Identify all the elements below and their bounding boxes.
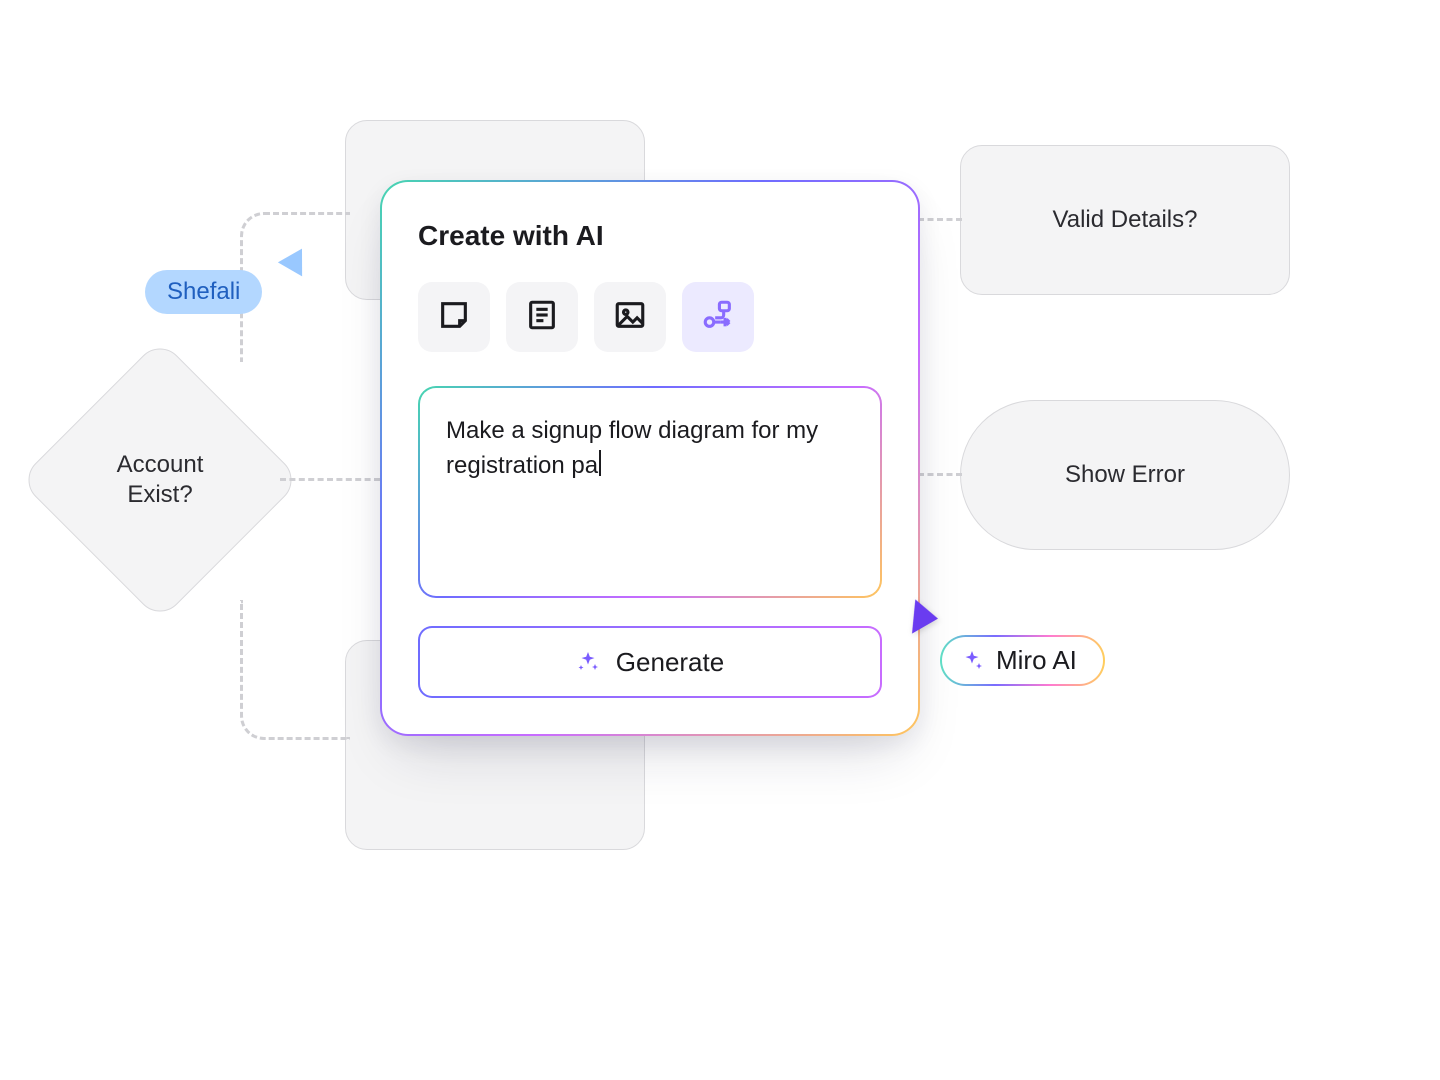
image-icon (613, 298, 647, 337)
sparkle-icon (576, 650, 600, 674)
tool-sticky-note[interactable] (418, 282, 490, 352)
tool-row (418, 282, 882, 352)
prompt-text: Make a signup flow diagram for my regist… (446, 417, 818, 479)
connector (280, 478, 380, 481)
generate-label: Generate (616, 647, 724, 678)
remote-cursor-name: Shefali (167, 278, 240, 305)
tool-flowchart[interactable] (682, 282, 754, 352)
prompt-input[interactable]: Make a signup flow diagram for my regist… (418, 386, 882, 598)
connector (918, 473, 962, 476)
sparkle-icon (960, 649, 984, 673)
flow-node-valid-details-label: Valid Details? (1053, 205, 1198, 235)
connector (918, 218, 962, 221)
tool-document[interactable] (506, 282, 578, 352)
connector (240, 600, 350, 740)
flow-decision-label: Account Exist? (70, 450, 250, 510)
ai-cursor-tag: Miro AI (940, 635, 1105, 686)
flow-node-show-error[interactable]: Show Error (960, 400, 1290, 550)
create-with-ai-panel: Create with AI (380, 180, 920, 736)
flow-node-show-error-label: Show Error (1065, 461, 1185, 489)
ai-cursor-name: Miro AI (996, 645, 1077, 676)
document-icon (525, 298, 559, 337)
panel-title: Create with AI (418, 220, 882, 252)
generate-button[interactable]: Generate (418, 626, 882, 698)
flow-node-valid-details[interactable]: Valid Details? (960, 145, 1290, 295)
flowchart-icon (701, 298, 735, 337)
tool-image[interactable] (594, 282, 666, 352)
sticky-note-icon (437, 298, 471, 337)
remote-cursor-tag: Shefali (145, 270, 262, 314)
text-caret-icon (599, 450, 601, 476)
